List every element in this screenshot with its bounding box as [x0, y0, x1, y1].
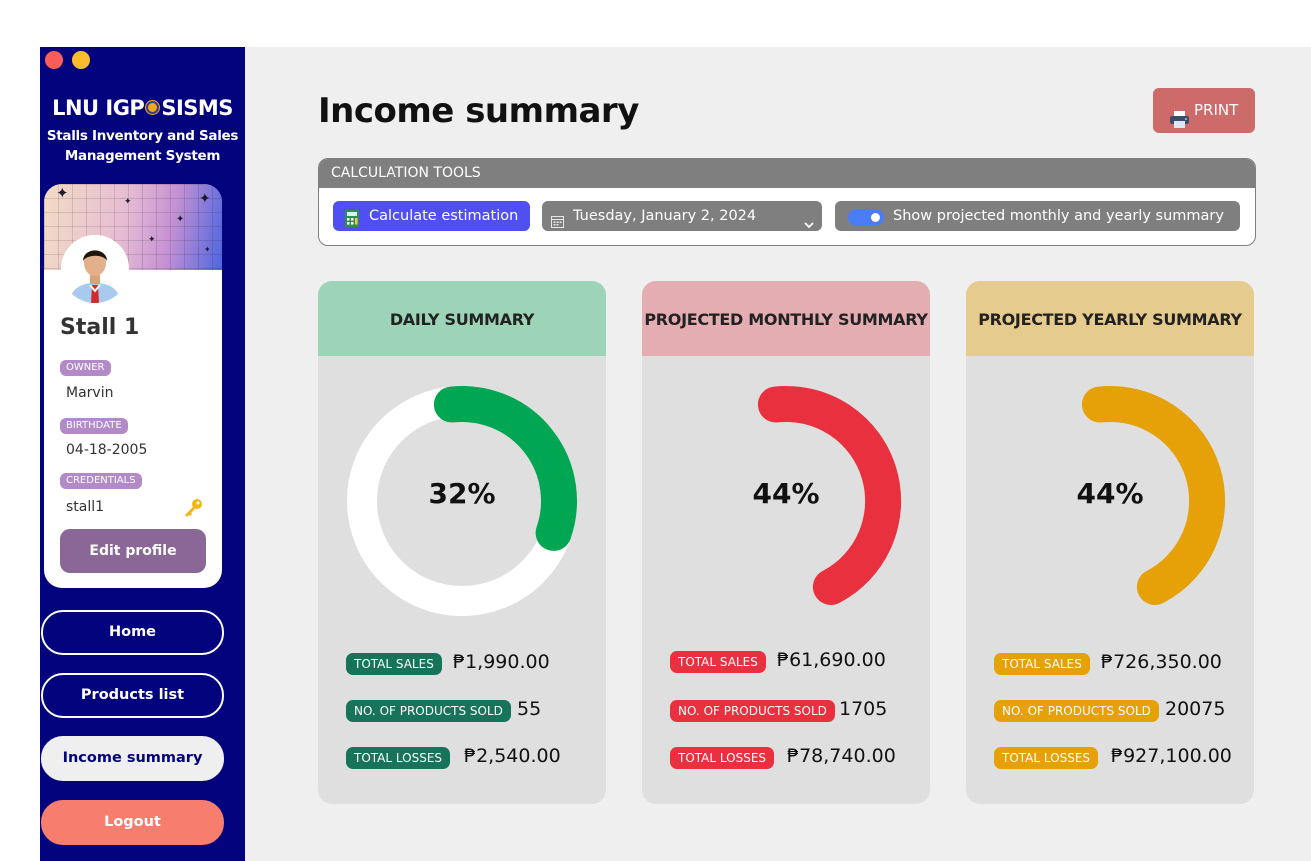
- calculate-estimation-label: Calculate estimation: [369, 208, 519, 224]
- sparkle-icon: ✦: [148, 235, 156, 245]
- daily-ring-arc: [433, 385, 577, 551]
- daily-summary-card: DAILY SUMMARY 32% TOTAL SALES ₱1,990.00 …: [318, 281, 606, 804]
- birthdate-value: 04-18-2005: [66, 442, 148, 458]
- monthly-total-sales-value: ₱61,690.00: [777, 649, 886, 671]
- credentials-tag: CREDENTIALS: [60, 473, 142, 489]
- yearly-products-sold-tag: NO. OF PRODUCTS SOLD: [994, 700, 1159, 722]
- monthly-total-losses-value: ₱78,740.00: [787, 745, 896, 767]
- app-window: LNU IGP SISMS Stalls Inventory and Sales …: [40, 47, 1311, 861]
- yearly-total-sales-value: ₱726,350.00: [1101, 651, 1222, 673]
- avatar: [61, 235, 129, 303]
- monthly-products-sold-tag: NO. OF PRODUCTS SOLD: [670, 700, 835, 722]
- brand-right: SISMS: [161, 96, 233, 120]
- toggle-knob: [871, 213, 880, 222]
- yearly-summary-title: PROJECTED YEARLY SUMMARY: [966, 281, 1254, 356]
- owner-tag: OWNER: [60, 360, 111, 376]
- calculation-tools-panel: CALCULATION TOOLS Calculate estimation T…: [318, 158, 1256, 246]
- nav-home-button[interactable]: Home: [41, 610, 224, 655]
- projection-toggle-label: Show projected monthly and yearly summar…: [893, 208, 1224, 224]
- credentials-value: stall1: [66, 499, 105, 515]
- nav-products-button[interactable]: Products list: [41, 673, 224, 718]
- sparkle-icon: ✦: [204, 245, 211, 254]
- monthly-products-sold-value: 1705: [839, 698, 888, 720]
- calculation-tools-header: CALCULATION TOOLS: [319, 159, 1255, 188]
- projection-toggle-group[interactable]: Show projected monthly and yearly summar…: [835, 201, 1240, 231]
- brand-title: LNU IGP SISMS: [40, 96, 245, 120]
- calculator-icon: [345, 208, 359, 227]
- yearly-percent: 44%: [1076, 477, 1144, 510]
- monthly-total-sales-tag: TOTAL SALES: [670, 651, 766, 673]
- calendar-icon: [551, 209, 564, 228]
- window-minimize-dot[interactable]: [72, 51, 90, 69]
- yearly-total-losses-tag: TOTAL LOSSES: [994, 747, 1099, 769]
- daily-summary-title: DAILY SUMMARY: [318, 281, 606, 356]
- brand-subtitle-line-1: Stalls Inventory and Sales: [46, 128, 239, 144]
- brand-subtitle: Stalls Inventory and Sales Management Sy…: [40, 126, 245, 166]
- date-value: Tuesday, January 2, 2024: [573, 208, 757, 224]
- calculate-estimation-button[interactable]: Calculate estimation: [333, 201, 530, 231]
- sun-icon: [146, 101, 160, 114]
- daily-total-losses-tag: TOTAL LOSSES: [346, 747, 451, 769]
- stall-name: Stall 1: [60, 315, 140, 340]
- monthly-percent: 44%: [752, 477, 820, 510]
- sparkle-icon: ✦: [176, 214, 185, 225]
- daily-total-sales-value: ₱1,990.00: [453, 651, 550, 673]
- brand-subtitle-line-2: Management System: [64, 148, 221, 164]
- nav-income-summary-button[interactable]: Income summary: [41, 736, 224, 781]
- key-icon[interactable]: [182, 497, 204, 519]
- page-title: Income summary: [318, 91, 639, 131]
- projection-toggle[interactable]: [848, 209, 884, 226]
- daily-total-losses-value: ₱2,540.00: [464, 745, 561, 767]
- owner-value: Marvin: [66, 385, 114, 401]
- window-close-dot[interactable]: [45, 51, 63, 69]
- edit-profile-button[interactable]: Edit profile: [60, 529, 206, 573]
- yearly-total-sales-tag: TOTAL SALES: [994, 653, 1090, 675]
- date-picker[interactable]: Tuesday, January 2, 2024: [542, 201, 822, 231]
- daily-percent: 32%: [428, 477, 496, 510]
- daily-products-sold-tag: NO. OF PRODUCTS SOLD: [346, 700, 511, 722]
- daily-total-sales-tag: TOTAL SALES: [346, 653, 442, 675]
- sparkle-icon: ✦: [124, 197, 132, 207]
- yearly-products-sold-value: 20075: [1165, 698, 1226, 720]
- sidebar: LNU IGP SISMS Stalls Inventory and Sales …: [40, 47, 245, 861]
- yearly-total-losses-value: ₱927,100.00: [1111, 745, 1232, 767]
- profile-card: ✦ ✦ ✦ ✦ ✦ ✦ Stall 1 OWNER Marvin BIRTHDA…: [44, 184, 222, 588]
- print-button[interactable]: PRINT: [1153, 88, 1255, 133]
- printer-icon: [1170, 101, 1189, 128]
- yearly-summary-card: PROJECTED YEARLY SUMMARY 44% TOTAL SALES…: [966, 281, 1254, 804]
- brand-left: LNU IGP: [52, 96, 145, 120]
- sparkle-icon: ✦: [56, 184, 69, 202]
- monthly-summary-card: PROJECTED MONTHLY SUMMARY 44% TOTAL SALE…: [642, 281, 930, 804]
- print-label: PRINT: [1194, 101, 1239, 119]
- monthly-total-losses-tag: TOTAL LOSSES: [670, 747, 775, 769]
- birthdate-tag: BIRTHDATE: [60, 418, 128, 434]
- logout-button[interactable]: Logout: [41, 800, 224, 845]
- daily-products-sold-value: 55: [517, 698, 542, 720]
- sparkle-icon: ✦: [199, 191, 211, 207]
- monthly-summary-title: PROJECTED MONTHLY SUMMARY: [642, 281, 930, 356]
- chevron-down-icon: [804, 211, 814, 229]
